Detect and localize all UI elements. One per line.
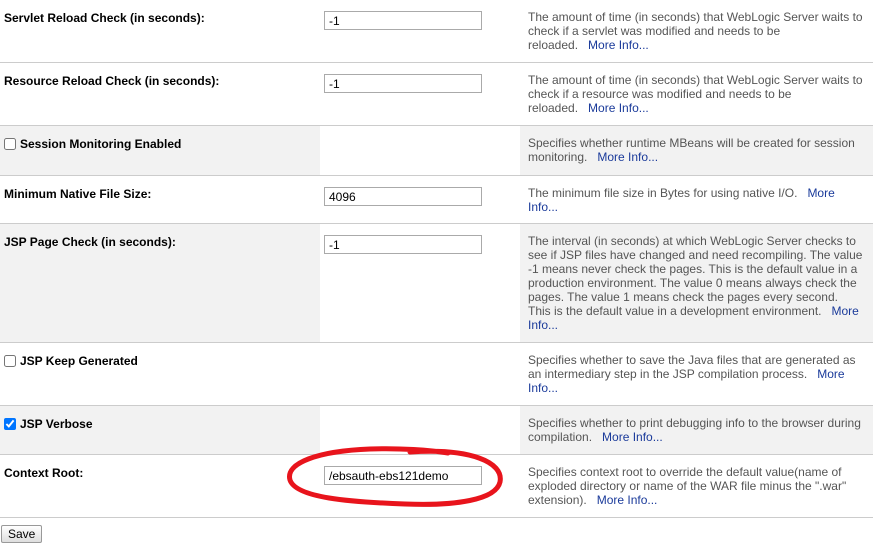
resource-reload-check-row: Resource Reload Check (in seconds): The … xyxy=(0,63,873,126)
jsp-keep-generated-label: JSP Keep Generated xyxy=(20,354,138,368)
jsp-keep-generated-checkbox[interactable] xyxy=(4,355,16,367)
jsp-page-check-label: JSP Page Check (in seconds): xyxy=(4,235,176,249)
servlet-reload-check-cell xyxy=(320,0,520,62)
servlet-reload-check-label: Servlet Reload Check (in seconds): xyxy=(4,11,205,25)
session-monitoring-label: Session Monitoring Enabled xyxy=(20,137,182,151)
jsp-keep-generated-label-wrap: JSP Keep Generated xyxy=(4,354,138,368)
min-native-file-size-cell xyxy=(320,176,520,223)
context-root-label: Context Root: xyxy=(4,466,84,480)
session-monitoring-checkbox[interactable] xyxy=(4,138,16,150)
session-monitoring-more-info-link[interactable]: More Info... xyxy=(597,150,658,164)
jsp-verbose-row: JSP Verbose Specifies whether to print d… xyxy=(0,406,873,455)
servlet-reload-check-description: The amount of time (in seconds) that Web… xyxy=(528,10,863,52)
jsp-verbose-cell xyxy=(320,406,520,454)
context-root-row: Context Root: Specifies context root to … xyxy=(0,455,873,518)
jsp-page-check-row: JSP Page Check (in seconds): The interva… xyxy=(0,224,873,343)
jsp-verbose-checkbox[interactable] xyxy=(4,418,16,430)
jsp-keep-generated-row: JSP Keep Generated Specifies whether to … xyxy=(0,343,873,406)
session-monitoring-label-wrap: Session Monitoring Enabled xyxy=(4,137,181,151)
servlet-reload-check-row: Servlet Reload Check (in seconds): The a… xyxy=(0,0,873,63)
jsp-keep-generated-cell xyxy=(320,343,520,405)
context-root-input[interactable] xyxy=(324,466,482,485)
jsp-page-check-description: The interval (in seconds) at which WebLo… xyxy=(528,234,863,332)
min-native-file-size-description: The minimum file size in Bytes for using… xyxy=(528,186,835,214)
min-native-file-size-label: Minimum Native File Size: xyxy=(4,187,152,201)
resource-reload-check-more-info-link[interactable]: More Info... xyxy=(588,101,649,115)
jsp-page-check-cell xyxy=(320,224,520,342)
resource-reload-check-input[interactable] xyxy=(324,74,482,93)
jsp-verbose-more-info-link[interactable]: More Info... xyxy=(602,430,663,444)
jsp-keep-generated-description: Specifies whether to save the Java files… xyxy=(528,353,856,395)
session-monitoring-description: Specifies whether runtime MBeans will be… xyxy=(528,136,855,164)
resource-reload-check-cell xyxy=(320,63,520,125)
min-native-file-size-row: Minimum Native File Size: The minimum fi… xyxy=(0,176,873,224)
servlet-reload-check-more-info-link[interactable]: More Info... xyxy=(588,38,649,52)
session-monitoring-row: Session Monitoring Enabled Specifies whe… xyxy=(0,126,873,176)
context-root-more-info-link[interactable]: More Info... xyxy=(597,493,658,507)
jsp-verbose-description: Specifies whether to print debugging inf… xyxy=(528,416,861,444)
jsp-page-check-input[interactable] xyxy=(324,235,482,254)
min-native-file-size-input[interactable] xyxy=(324,187,482,206)
resource-reload-check-label: Resource Reload Check (in seconds): xyxy=(4,74,220,88)
resource-reload-check-description: The amount of time (in seconds) that Web… xyxy=(528,73,863,115)
context-root-description: Specifies context root to override the d… xyxy=(528,465,847,507)
jsp-verbose-label: JSP Verbose xyxy=(20,417,93,431)
session-monitoring-cell xyxy=(320,126,520,175)
context-root-cell xyxy=(320,455,520,517)
save-button[interactable]: Save xyxy=(1,525,43,543)
jsp-verbose-label-wrap: JSP Verbose xyxy=(4,417,93,431)
servlet-reload-check-input[interactable] xyxy=(324,11,482,30)
